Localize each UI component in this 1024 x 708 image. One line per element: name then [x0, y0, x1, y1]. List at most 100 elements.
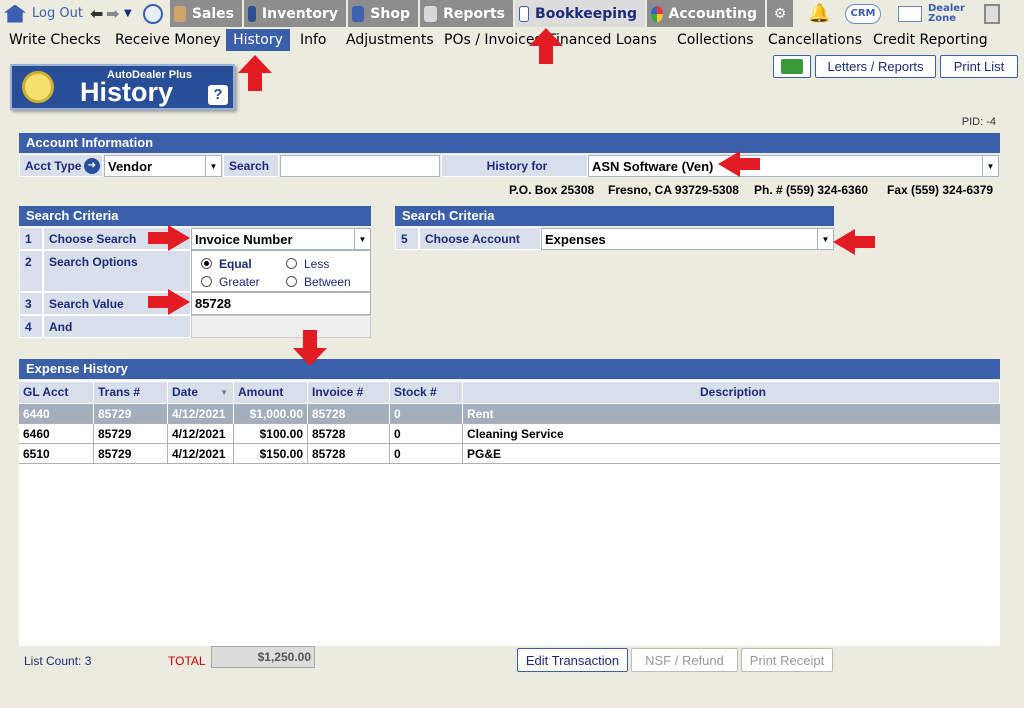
total-label: TOTAL: [168, 654, 206, 668]
subnav-credit-reporting[interactable]: Credit Reporting: [869, 29, 992, 51]
subnav-history[interactable]: History: [226, 29, 290, 51]
sub-nav-bar: Write Checks Receive Money History Info …: [0, 29, 1024, 51]
logout-link[interactable]: Log Out: [4, 0, 83, 27]
go-arrow-icon[interactable]: ➜: [84, 158, 100, 174]
vendor-fax: Fax (559) 324-6379: [887, 183, 994, 197]
chevron-down-icon: ▼: [982, 156, 998, 176]
vendor-address: P.O. Box 25308: [509, 183, 595, 197]
search-options-group: Equal Less Greater Between: [191, 250, 371, 292]
search-value-input[interactable]: 85728: [191, 292, 371, 315]
tab-reports[interactable]: Reports: [420, 0, 513, 27]
annotation-arrow-right: [148, 289, 190, 315]
annotation-arrow-left: [718, 151, 760, 177]
col-invoice[interactable]: Invoice #: [308, 382, 390, 403]
history-for-label: History for: [441, 154, 588, 177]
radio-icon: [286, 276, 297, 287]
annotation-arrow-right: [148, 225, 190, 251]
list-count: List Count: 3: [24, 654, 92, 668]
page-title: History: [80, 77, 174, 107]
col-trans[interactable]: Trans #: [94, 382, 168, 403]
profile-icon[interactable]: [143, 0, 163, 27]
table-row[interactable]: 6510 85729 4/12/2021 $150.00 85728 0 PG&…: [19, 444, 1000, 464]
tab-sales[interactable]: Sales: [170, 0, 242, 27]
gear-icon[interactable]: ⚙: [767, 0, 793, 27]
option-greater[interactable]: Greater: [201, 275, 260, 289]
choose-account-label: Choose Account: [419, 227, 541, 250]
col-amount[interactable]: Amount: [234, 382, 308, 403]
tab-shop[interactable]: Shop: [348, 0, 418, 27]
option-equal[interactable]: Equal: [201, 257, 252, 271]
letters-reports-button[interactable]: Letters / Reports: [815, 55, 936, 78]
tab-bookkeeping[interactable]: Bookkeeping: [515, 0, 645, 27]
calculator-icon[interactable]: [984, 0, 1000, 27]
annotation-arrow-left: [833, 229, 875, 255]
dealer-zone-icon: [898, 5, 922, 22]
row-number: 5: [395, 227, 419, 250]
chevron-down-icon: ▼: [354, 229, 370, 249]
search-input[interactable]: [280, 155, 440, 177]
history-dropdown-icon[interactable]: ▼: [124, 0, 132, 27]
acct-type-select[interactable]: Vendor ▼: [104, 155, 222, 177]
subnav-write-checks[interactable]: Write Checks: [5, 29, 105, 51]
dealer-zone-button[interactable]: Dealer Zone: [898, 0, 968, 27]
row-number: 1: [19, 227, 43, 250]
history-badge: AutoDealer Plus History ?: [10, 64, 235, 110]
print-receipt-button[interactable]: Print Receipt: [741, 648, 833, 672]
col-gl-acct[interactable]: GL Acct: [19, 382, 94, 403]
annotation-arrow-down: [293, 330, 327, 366]
clock-icon: [22, 71, 54, 103]
book-icon: [519, 5, 530, 22]
report-icon: [424, 5, 438, 22]
tab-accounting[interactable]: Accounting: [647, 0, 765, 27]
subnav-adjustments[interactable]: Adjustments: [342, 29, 438, 51]
choose-search-select[interactable]: Invoice Number ▼: [191, 228, 371, 250]
chevron-down-icon: ▼: [817, 229, 833, 249]
subnav-collections[interactable]: Collections: [673, 29, 758, 51]
table-row[interactable]: 6440 85729 4/12/2021 $1,000.00 85728 0 R…: [19, 404, 1000, 424]
row-number: 4: [19, 315, 43, 338]
salesperson-icon: [174, 5, 186, 22]
row-number: 2: [19, 250, 43, 292]
search-criteria-header: Search Criteria: [19, 206, 371, 226]
pid-label: PID: -4: [961, 116, 996, 128]
subnav-receive-money[interactable]: Receive Money: [111, 29, 225, 51]
search-label: Search: [223, 154, 279, 177]
help-icon[interactable]: ?: [208, 85, 228, 105]
car-icon: [248, 5, 256, 22]
wrench-icon: [352, 5, 365, 22]
option-between[interactable]: Between: [286, 275, 351, 289]
subnav-info[interactable]: Info: [296, 29, 331, 51]
history-for-select[interactable]: ASN Software (Ven) ▼: [588, 155, 999, 177]
radio-checked-icon: [201, 258, 212, 269]
nsf-refund-button[interactable]: NSF / Refund: [631, 648, 738, 672]
edit-transaction-button[interactable]: Edit Transaction: [517, 648, 628, 672]
search-options-label: Search Options: [43, 250, 191, 292]
back-arrow-icon[interactable]: ⬅: [90, 0, 103, 27]
and-label: And: [43, 315, 191, 338]
pie-chart-icon: [651, 5, 663, 22]
folder-button[interactable]: [773, 55, 811, 78]
home-icon: [4, 4, 26, 23]
col-date[interactable]: Date ▼: [168, 382, 234, 403]
total-value: $1,250.00: [211, 646, 315, 668]
tab-inventory[interactable]: Inventory: [244, 0, 346, 27]
choose-account-select[interactable]: Expenses ▼: [541, 228, 834, 250]
radio-icon: [201, 276, 212, 287]
row-number: 3: [19, 292, 43, 315]
sort-down-icon: ▼: [220, 388, 228, 397]
vendor-phone: Ph. # (559) 324-6360: [754, 183, 869, 197]
option-less[interactable]: Less: [286, 257, 329, 271]
subnav-cancellations[interactable]: Cancellations: [764, 29, 866, 51]
col-stock[interactable]: Stock #: [390, 382, 463, 403]
col-description[interactable]: Description: [463, 382, 1000, 403]
chevron-down-icon: ▼: [205, 156, 221, 176]
bell-icon[interactable]: 🔔: [808, 0, 830, 27]
and-input: [191, 315, 371, 338]
vendor-city: Fresno, CA 93729-5308: [608, 183, 739, 197]
crm-button[interactable]: CRM: [845, 0, 881, 27]
expense-history-header: Expense History: [19, 359, 1000, 379]
forward-arrow-icon[interactable]: ➡: [106, 0, 119, 27]
table-row[interactable]: 6460 85729 4/12/2021 $100.00 85728 0 Cle…: [19, 424, 1000, 444]
print-list-button[interactable]: Print List: [940, 55, 1018, 78]
search-criteria-header-2: Search Criteria: [395, 206, 834, 226]
